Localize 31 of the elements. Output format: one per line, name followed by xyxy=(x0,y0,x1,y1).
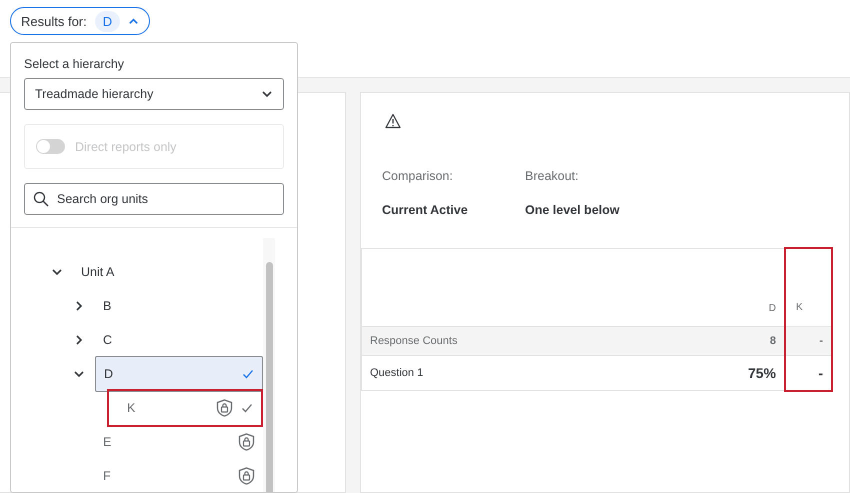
table-cell: - xyxy=(785,355,832,390)
breakout-value: One level below xyxy=(525,203,620,217)
shield-lock-icon xyxy=(238,467,255,485)
shield-lock-icon xyxy=(238,433,255,451)
table-cell: - xyxy=(785,326,832,355)
tree-item[interactable]: K xyxy=(107,389,263,427)
scrollbar[interactable] xyxy=(263,238,275,492)
tree-item[interactable]: F xyxy=(95,459,263,492)
tree-item[interactable]: E xyxy=(95,425,263,459)
tree-item[interactable]: C xyxy=(95,323,263,357)
comparison-value: Current Active xyxy=(382,203,469,217)
column-header: K xyxy=(785,248,832,326)
check-icon xyxy=(241,402,253,414)
hierarchy-dropdown[interactable]: Treadmade hierarchy xyxy=(24,78,284,110)
results-for-button[interactable]: Results for: D xyxy=(10,7,150,35)
check-icon xyxy=(242,368,254,380)
search-icon xyxy=(33,191,49,207)
search-field[interactable]: Search org units xyxy=(24,183,284,215)
table-cell: 8 xyxy=(668,326,785,355)
breakout-label: Breakout: xyxy=(525,169,580,183)
tree-item[interactable]: B xyxy=(95,289,263,323)
shield-lock-icon xyxy=(216,399,233,417)
row-label: Question 1 xyxy=(362,355,668,390)
hierarchy-label: Select a hierarchy xyxy=(24,57,126,71)
tree-item[interactable]: Unit A xyxy=(73,255,263,289)
comparison-label: Comparison: xyxy=(382,169,454,183)
row-label: Response Counts xyxy=(362,326,668,355)
direct-reports-label: Direct reports only xyxy=(75,140,176,154)
warning-icon xyxy=(385,113,401,129)
chevron-up-icon xyxy=(128,16,140,26)
tree-item[interactable]: D xyxy=(95,356,263,392)
